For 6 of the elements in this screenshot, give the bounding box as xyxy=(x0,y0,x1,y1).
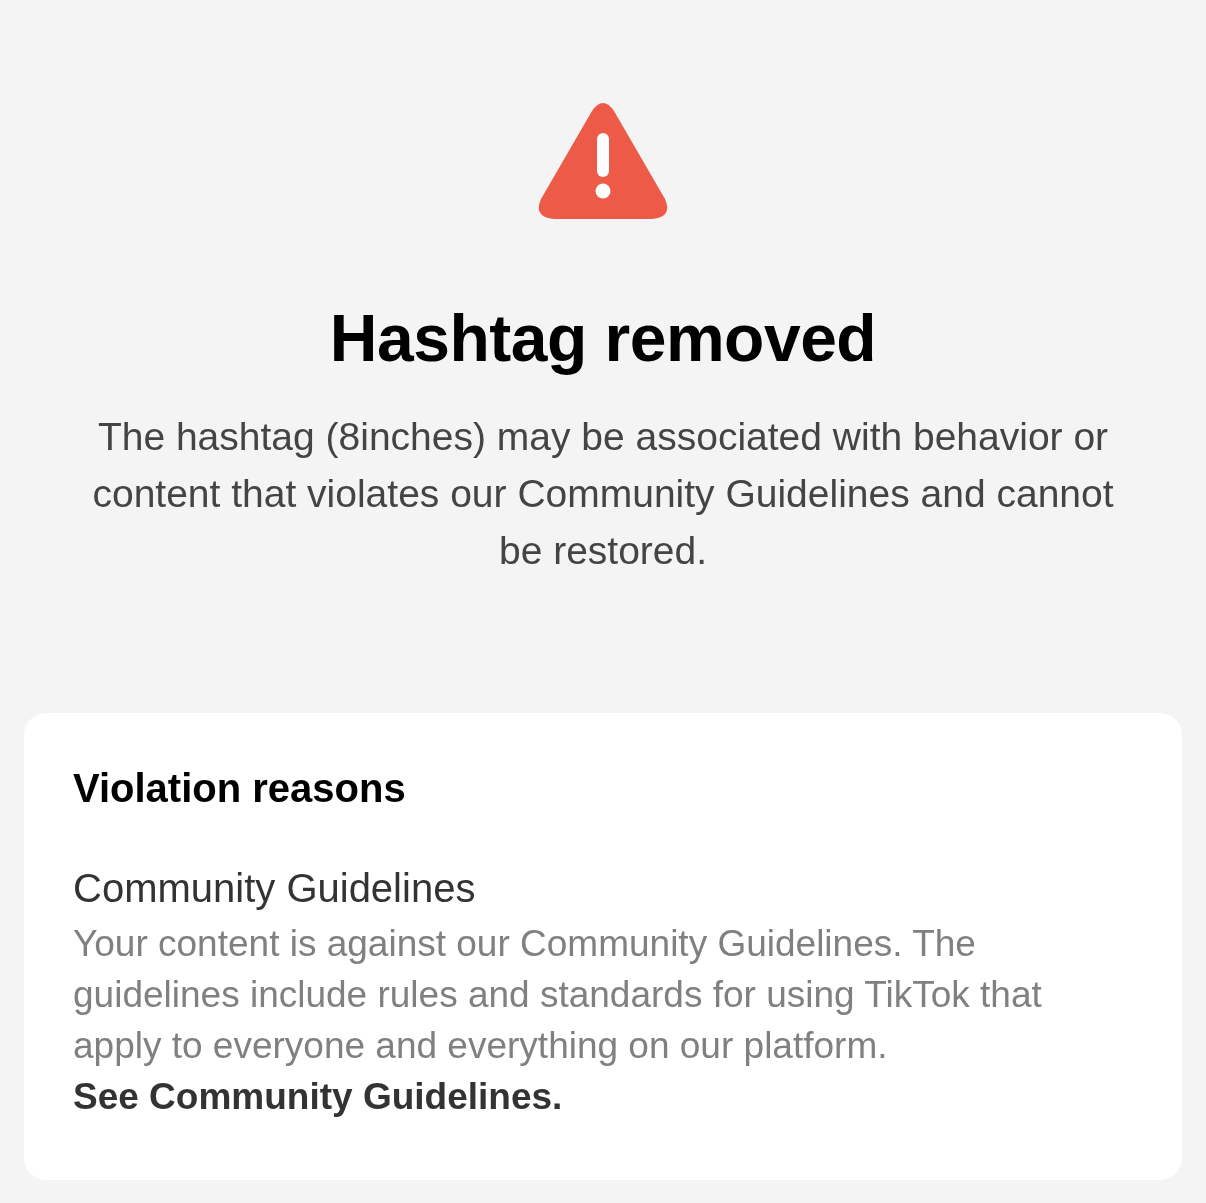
guidelines-link[interactable]: See Community Guidelines. xyxy=(73,1076,563,1117)
card-title: Violation reasons xyxy=(73,765,407,812)
warning-icon xyxy=(538,103,668,219)
reason-description: Your content is against our Community Guidelines. The guidelines include rules and standards for using TikTok that apply to everyone and everything on our platform. See Community Guidelines. xyxy=(73,922,1043,1119)
message: The hashtag (8inches) may be associated with behavior or content that violates our Community Guidelines and cannot be restored. xyxy=(91,414,1115,574)
reason-title: Community Guidelines xyxy=(73,865,477,912)
